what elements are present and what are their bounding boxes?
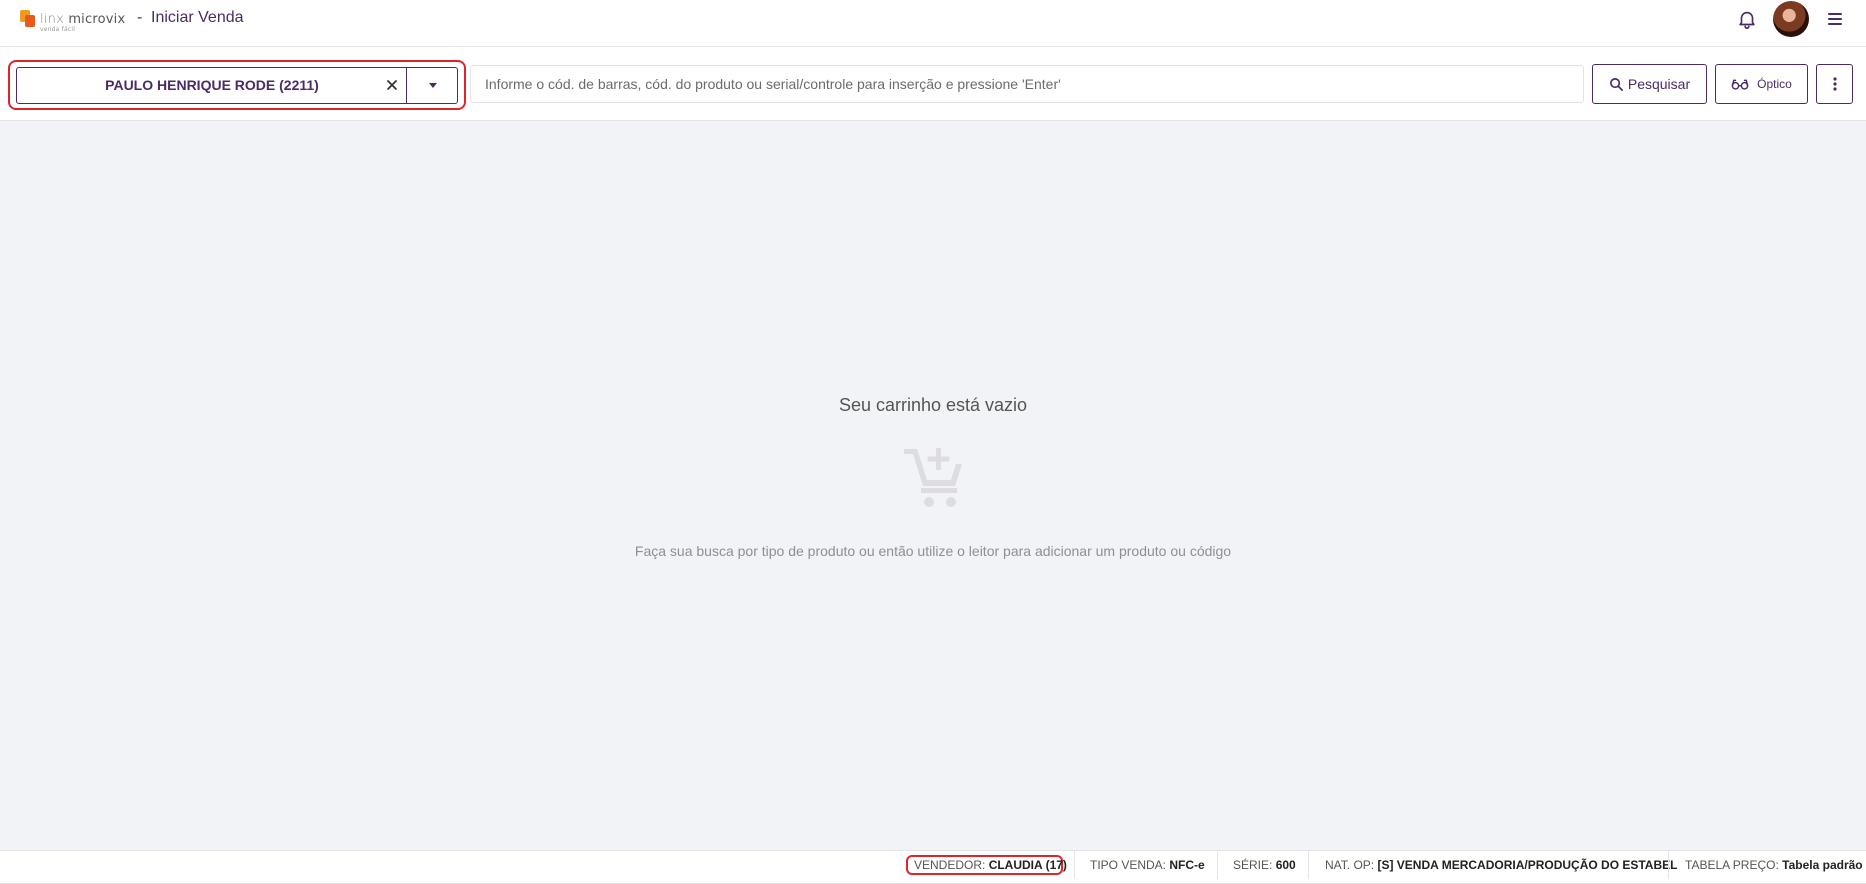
search-button-label: Pesquisar: [1627, 76, 1691, 92]
client-selector-highlight: PAULO HENRIQUE RODE (2211): [8, 60, 466, 110]
more-vertical-icon: [1832, 77, 1837, 91]
status-serie: SÉRIE: 600: [1233, 851, 1296, 879]
status-divider: [1074, 851, 1075, 879]
logo-subtitle: venda fácil: [40, 25, 76, 33]
top-bar: linx microvix venda fácil - Iniciar Vend…: [0, 0, 1866, 47]
status-bar: VENDEDOR: CLAUDIA (17) TIPO VENDA: NFC-e…: [0, 850, 1866, 884]
search-button[interactable]: Pesquisar: [1592, 64, 1707, 104]
search-icon: [1609, 77, 1624, 92]
status-tipo-venda-label: TIPO VENDA:: [1090, 858, 1167, 872]
status-divider: [1308, 851, 1309, 879]
linx-microvix-logo[interactable]: linx microvix venda fácil: [20, 9, 126, 33]
avatar[interactable]: [1773, 1, 1809, 37]
status-tabela-preco-label: TABELA PREÇO:: [1685, 858, 1779, 872]
status-tipo-venda: TIPO VENDA: NFC-e: [1090, 851, 1205, 879]
status-tipo-venda-value: NFC-e: [1169, 858, 1205, 872]
title-separator: -: [137, 9, 143, 26]
status-vendedor[interactable]: VENDEDOR: CLAUDIA (17): [914, 851, 1067, 879]
status-serie-label: SÉRIE:: [1233, 858, 1273, 872]
status-nat-op-value: [S] VENDA MERCADORIA/PRODUÇÃO DO ESTABEL: [1377, 858, 1678, 872]
logo-text: linx microvix venda fácil: [40, 11, 126, 33]
client-selector[interactable]: PAULO HENRIQUE RODE (2211): [16, 67, 458, 104]
status-tabela-preco: TABELA PREÇO: Tabela padrão: [1685, 851, 1863, 879]
empty-cart-hint: Faça sua busca por tipo de produto ou en…: [634, 543, 1232, 559]
status-divider: [1217, 851, 1218, 879]
optico-button-label: Óptico: [1757, 77, 1792, 91]
status-divider: [1668, 851, 1669, 879]
glasses-icon: [1731, 77, 1749, 91]
more-options-button[interactable]: [1816, 64, 1853, 104]
status-vendedor-value: CLAUDIA (17): [988, 858, 1067, 872]
status-tabela-preco-value: Tabela padrão: [1782, 858, 1863, 872]
hamburger-menu-icon[interactable]: [1825, 9, 1845, 29]
logo-mark-icon: [20, 10, 36, 28]
bell-icon[interactable]: [1736, 8, 1758, 30]
status-serie-value: 600: [1275, 858, 1296, 872]
page-title: Iniciar Venda: [151, 9, 244, 26]
client-name[interactable]: PAULO HENRIQUE RODE (2211): [17, 68, 407, 103]
product-search-input[interactable]: [470, 65, 1584, 103]
empty-cart-title: Seu carrinho está vazio: [838, 395, 1028, 415]
status-vendedor-label: VENDEDOR:: [914, 858, 986, 872]
logo-microvix: microvix: [68, 11, 126, 27]
logo-linx: linx: [40, 11, 64, 27]
optico-button[interactable]: Óptico: [1715, 64, 1808, 104]
status-nat-op: NAT. OP: [S] VENDA MERCADORIA/PRODUÇÃO D…: [1325, 851, 1677, 879]
sale-toolbar: PAULO HENRIQUE RODE (2211) Pesquisar: [0, 48, 1866, 121]
cart-area: Seu carrinho está vazio Faça sua busca p…: [0, 121, 1866, 850]
status-nat-op-label: NAT. OP:: [1325, 858, 1375, 872]
cart-add-icon: [902, 446, 966, 510]
close-icon[interactable]: [383, 76, 401, 94]
caret-down-icon[interactable]: [407, 68, 458, 103]
